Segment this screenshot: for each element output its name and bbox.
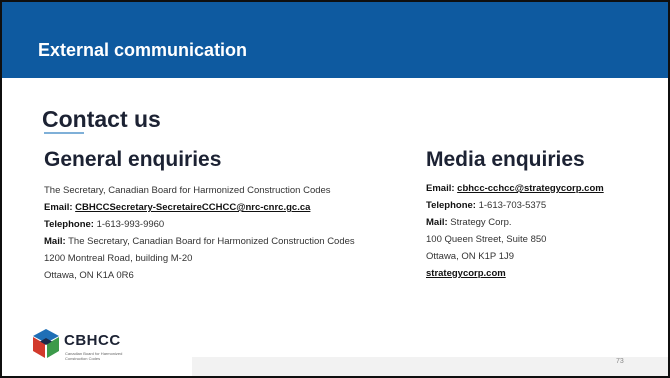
general-enquiries-details: The Secretary, Canadian Board for Harmon… — [44, 182, 355, 284]
contact-underline — [44, 132, 84, 134]
media-phone-label: Telephone: — [426, 200, 476, 211]
general-email-row: Email: CBHCCSecretary-SecretaireCCHCC@nr… — [44, 199, 355, 216]
banner-title: External communication — [38, 40, 248, 60]
page-number: 73 — [616, 358, 624, 365]
title-banner: External communication — [2, 2, 668, 78]
media-enquiries-heading: Media enquiries — [426, 148, 585, 171]
general-email-link[interactable]: CBHCCSecretary-SecretaireCCHCC@nrc-cnrc.… — [75, 202, 310, 213]
general-mail-label: Mail: — [44, 236, 66, 247]
media-website-link[interactable]: strategycorp.com — [426, 268, 506, 279]
media-phone-value: 1-613-703-5375 — [478, 200, 547, 211]
media-email-label: Email: — [426, 183, 455, 194]
media-enquiries-details: Email: cbhcc-cchcc@strategycorp.com Tele… — [426, 180, 604, 282]
general-enquiries-heading: General enquiries — [44, 148, 222, 171]
contact-title: Contact us — [42, 106, 161, 132]
logo-subtitle: Canadian Board for Harmonized Constructi… — [65, 351, 123, 361]
general-phone-label: Telephone: — [44, 219, 94, 230]
general-line1: The Secretary, Canadian Board for Harmon… — [44, 185, 331, 196]
footer-band — [192, 357, 668, 376]
slide: External communication Contact us Genera… — [0, 0, 670, 378]
media-address1: 100 Queen Street, Suite 850 — [426, 234, 547, 245]
general-address2: Ottawa, ON K1A 0R6 — [44, 270, 134, 281]
media-address2: Ottawa, ON K1P 1J9 — [426, 251, 515, 262]
general-phone-row: Telephone: 1-613-993-9960 — [44, 216, 355, 233]
media-mail-row: Mail: Strategy Corp. — [426, 214, 604, 231]
media-website-row: strategycorp.com — [426, 265, 604, 282]
logo-name: CBHCC — [64, 332, 121, 349]
general-mail-value: The Secretary, Canadian Board for Harmon… — [68, 236, 355, 247]
media-email-link[interactable]: cbhcc-cchcc@strategycorp.com — [457, 183, 604, 194]
general-mail-row: Mail: The Secretary, Canadian Board for … — [44, 233, 355, 250]
media-email-row: Email: cbhcc-cchcc@strategycorp.com — [426, 180, 604, 197]
general-phone-value: 1-613-993-9960 — [96, 219, 165, 230]
general-address1: 1200 Montreal Road, building M-20 — [44, 253, 193, 264]
media-phone-row: Telephone: 1-613-703-5375 — [426, 197, 604, 214]
media-mail-value: Strategy Corp. — [450, 217, 512, 228]
general-email-label: Email: — [44, 202, 73, 213]
cbhcc-logo-icon — [33, 329, 59, 358]
media-mail-label: Mail: — [426, 217, 448, 228]
